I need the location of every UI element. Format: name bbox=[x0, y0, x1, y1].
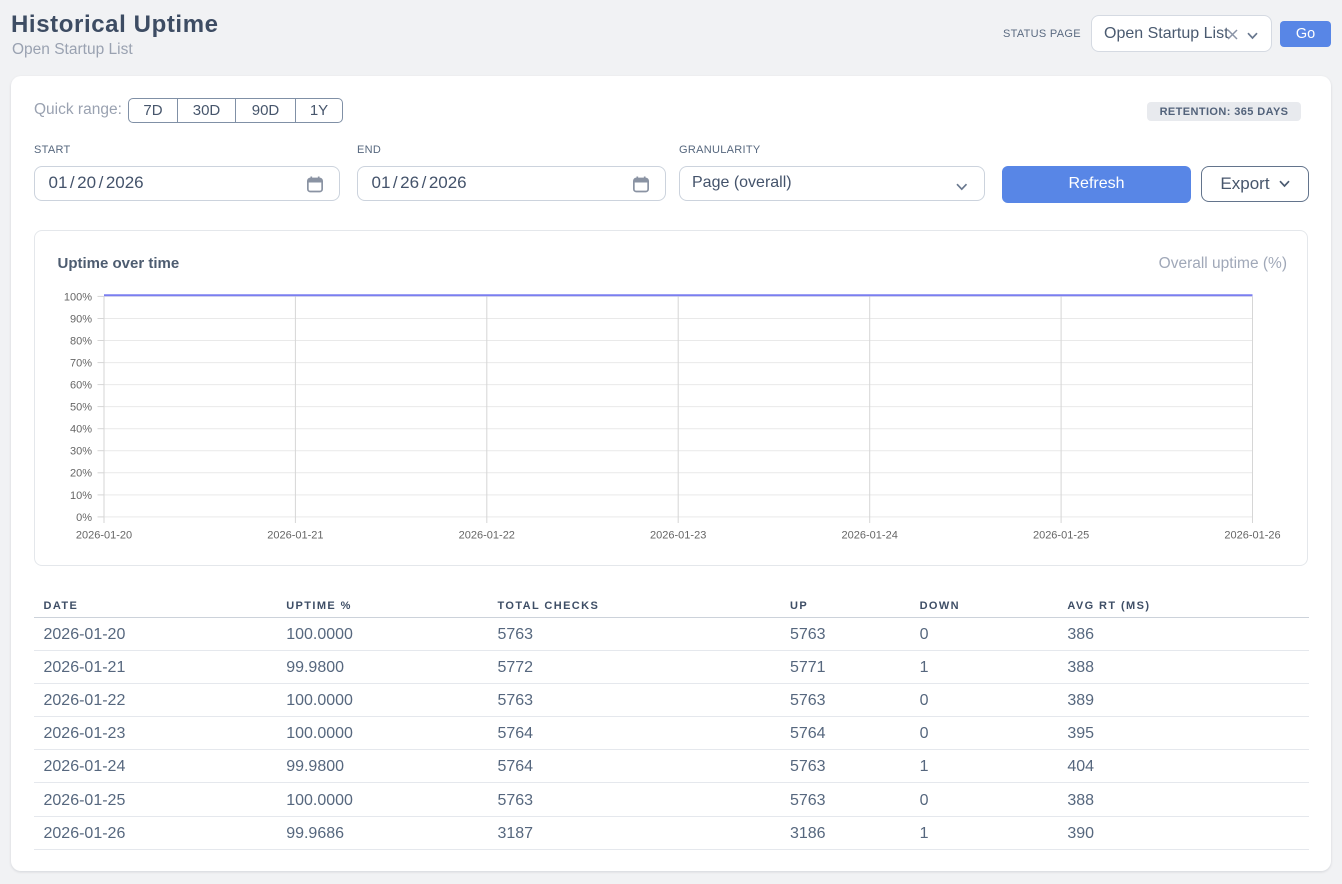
svg-text:50%: 50% bbox=[70, 401, 92, 413]
svg-text:2026-01-23: 2026-01-23 bbox=[650, 529, 706, 541]
svg-text:2026-01-24: 2026-01-24 bbox=[842, 529, 898, 541]
svg-text:60%: 60% bbox=[70, 379, 92, 391]
svg-text:100%: 100% bbox=[64, 291, 92, 303]
svg-text:2026-01-21: 2026-01-21 bbox=[267, 529, 323, 541]
svg-text:2026-01-26: 2026-01-26 bbox=[1224, 529, 1280, 541]
svg-text:30%: 30% bbox=[70, 445, 92, 457]
svg-text:80%: 80% bbox=[70, 335, 92, 347]
svg-text:10%: 10% bbox=[70, 489, 92, 501]
svg-text:2026-01-25: 2026-01-25 bbox=[1033, 529, 1089, 541]
svg-text:70%: 70% bbox=[70, 357, 92, 369]
svg-text:90%: 90% bbox=[70, 313, 92, 325]
svg-text:20%: 20% bbox=[70, 467, 92, 479]
svg-text:2026-01-22: 2026-01-22 bbox=[459, 529, 515, 541]
svg-text:40%: 40% bbox=[70, 423, 92, 435]
svg-text:0%: 0% bbox=[76, 511, 92, 523]
svg-text:2026-01-20: 2026-01-20 bbox=[76, 529, 132, 541]
